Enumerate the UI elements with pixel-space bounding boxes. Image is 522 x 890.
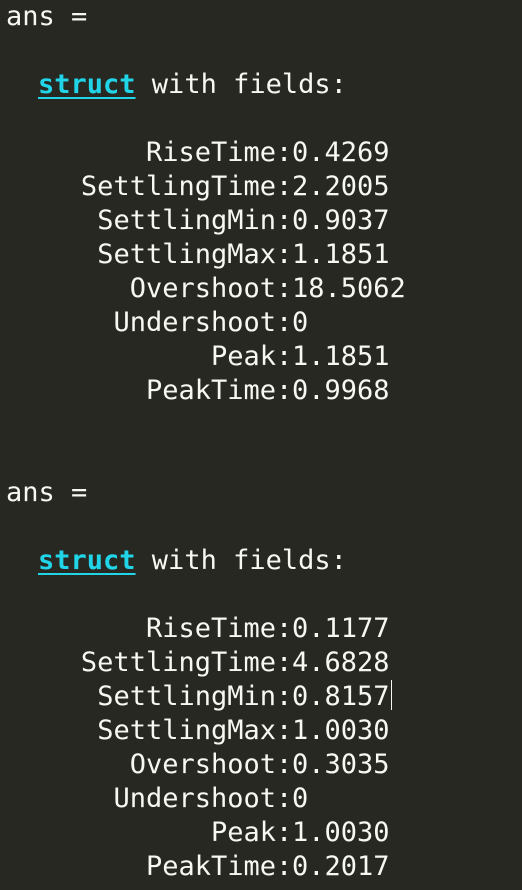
field-value: 4.6828 [292, 647, 390, 678]
field-row-peak: Peak:1.0030 [6, 816, 516, 850]
field-row-undershoot: Undershoot:0 [6, 782, 516, 816]
field-row-overshoot: Overshoot:18.5062 [6, 272, 516, 306]
field-row-settlingtime: SettlingTime:4.6828 [6, 646, 516, 680]
field-value: 1.1851 [292, 239, 390, 270]
field-row-settlingmax: SettlingMax:1.0030 [6, 714, 516, 748]
field-name: SettlingMin [97, 681, 276, 712]
with-fields-text: with fields: [135, 69, 347, 100]
field-row-settlingtime: SettlingTime:2.2005 [6, 170, 516, 204]
ans-label: ans = [6, 1, 88, 32]
field-name: Undershoot [113, 307, 276, 338]
field-row-peaktime: PeakTime:0.2017 [6, 850, 516, 884]
field-value: 0.1177 [292, 613, 390, 644]
output-block-1: ans = struct with fields: RiseTime:0.426… [6, 0, 516, 408]
field-name: PeakTime [145, 375, 276, 406]
field-row-overshoot: Overshoot:0.3035 [6, 748, 516, 782]
field-value: 1.0030 [292, 817, 390, 848]
field-value: 1.1851 [292, 341, 390, 372]
field-name: PeakTime [145, 851, 276, 882]
struct-header: struct with fields: [6, 544, 516, 578]
field-value: 0.3035 [292, 749, 390, 780]
field-row-peak: Peak:1.1851 [6, 340, 516, 374]
field-value: 18.5062 [292, 273, 406, 304]
field-row-settlingmax: SettlingMax:1.1851 [6, 238, 516, 272]
field-name: SettlingMax [97, 715, 276, 746]
field-value: 0.4269 [292, 137, 390, 168]
field-value: 2.2005 [292, 171, 390, 202]
field-row-settlingmin: SettlingMin:0.9037 [6, 204, 516, 238]
field-value: 1.0030 [292, 715, 390, 746]
field-value: 0.8157 [292, 681, 390, 712]
field-name: Overshoot [129, 273, 276, 304]
field-value: 0.9968 [292, 375, 390, 406]
field-name: SettlingMax [97, 239, 276, 270]
field-row-risetime: RiseTime:0.4269 [6, 136, 516, 170]
field-name: Undershoot [113, 783, 276, 814]
field-name: SettlingTime [80, 647, 276, 678]
field-row-undershoot: Undershoot:0 [6, 306, 516, 340]
field-row-risetime: RiseTime:0.1177 [6, 612, 516, 646]
command-window-output[interactable]: ans = struct with fields: RiseTime:0.426… [6, 0, 516, 884]
field-name: SettlingTime [80, 171, 276, 202]
field-row-peaktime: PeakTime:0.9968 [6, 374, 516, 408]
output-block-2: ans = struct with fields: RiseTime:0.117… [6, 476, 516, 884]
field-value: 0 [292, 307, 309, 338]
field-value: 0 [292, 783, 309, 814]
field-name: Peak [210, 817, 276, 848]
field-name: RiseTime [145, 613, 276, 644]
field-name: Overshoot [129, 749, 276, 780]
ans-label: ans = [6, 477, 88, 508]
field-name: RiseTime [145, 137, 276, 168]
field-value: 0.9037 [292, 205, 390, 236]
struct-link[interactable]: struct [38, 545, 136, 576]
struct-link[interactable]: struct [38, 69, 136, 100]
field-name: SettlingMin [97, 205, 276, 236]
field-row-settlingmin: SettlingMin:0.8157 [6, 680, 516, 714]
field-value: 0.2017 [292, 851, 390, 882]
struct-header: struct with fields: [6, 68, 516, 102]
field-name: Peak [210, 341, 276, 372]
text-cursor [390, 680, 392, 710]
with-fields-text: with fields: [135, 545, 347, 576]
